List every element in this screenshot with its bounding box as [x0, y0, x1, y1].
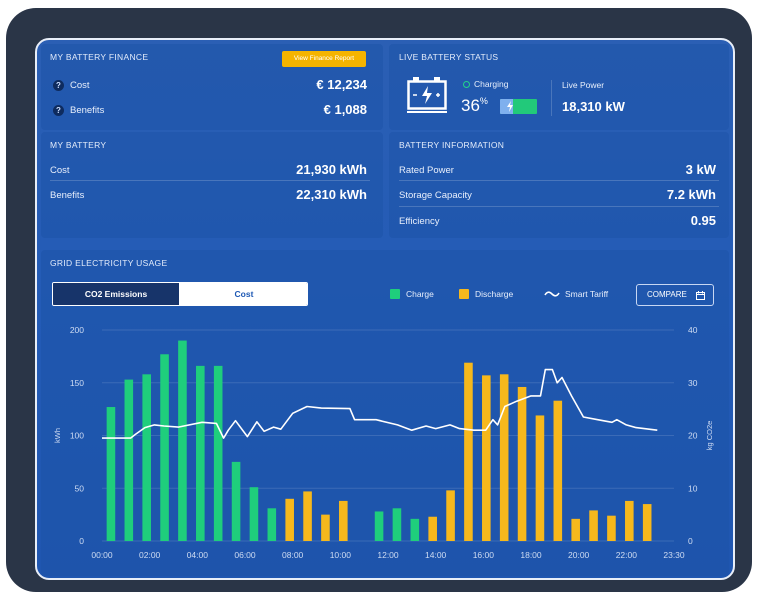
- battery-benefits-value: 22,310 kWh: [296, 187, 367, 202]
- row-divider: [399, 180, 719, 181]
- panel-title: MY BATTERY: [50, 140, 107, 150]
- discharge-bar: [517, 386, 527, 541]
- charge-bar: [374, 511, 384, 541]
- charge-bar: [249, 487, 259, 541]
- discharge-bar: [499, 374, 509, 541]
- battery-icon: [407, 77, 447, 113]
- charge-percent: 36%: [461, 96, 488, 116]
- panel-title: BATTERY INFORMATION: [399, 140, 505, 150]
- discharge-bar: [535, 415, 545, 541]
- charge-bar: [160, 354, 169, 541]
- x-tick-label: 20:00: [568, 550, 590, 560]
- y-tick-label: 0: [79, 536, 84, 546]
- charge-bar: [267, 508, 277, 541]
- live-power-label: Live Power: [562, 80, 605, 90]
- y2-tick-label: 30: [688, 378, 698, 388]
- help-icon[interactable]: ?: [53, 80, 64, 91]
- finance-cost-value: € 12,234: [316, 77, 367, 92]
- y2-tick-label: 20: [688, 431, 698, 441]
- storage-capacity-value: 7.2 kWh: [666, 187, 716, 202]
- y2-tick-label: 40: [688, 325, 698, 335]
- x-tick-label: 16:00: [473, 550, 495, 560]
- rated-power-label: Rated Power: [399, 165, 454, 176]
- discharge-bar: [553, 400, 563, 541]
- x-tick-label: 12:00: [377, 550, 399, 560]
- grid-electricity-panel: GRID ELECTRICITY USAGE CO2 Emissions Cos…: [41, 250, 729, 576]
- y2-axis-label: kg CO2e: [705, 421, 714, 451]
- battery-benefits-label: Benefits: [50, 190, 85, 201]
- charging-status-dot: [463, 81, 470, 88]
- charging-label: Charging: [474, 79, 509, 89]
- device-frame: MY BATTERY FINANCE View Finance Report ?…: [6, 8, 752, 592]
- discharge-bar: [285, 498, 294, 541]
- x-tick-label: 23:30: [663, 550, 685, 560]
- charge-level-bar: [500, 99, 537, 114]
- grid-usage-chart: 0 50 100 150 200 0 10 20 30 40 kWh kg CO2e 00:00 02:0…: [53, 325, 714, 560]
- y2-tick-label: 10: [688, 483, 698, 493]
- finance-benefits-label: Benefits: [70, 105, 105, 116]
- charge-bar: [124, 379, 134, 541]
- vertical-divider: [551, 80, 552, 116]
- discharge-bar: [642, 504, 652, 541]
- x-tick-label: 18:00: [520, 550, 542, 560]
- live-battery-status-panel: LIVE BATTERY STATUS Charging 36% Live Po…: [389, 44, 729, 130]
- x-tick-label: 10:00: [330, 550, 352, 560]
- discharge-bar: [625, 500, 634, 541]
- discharge-bar: [589, 510, 598, 541]
- charge-bar: [106, 407, 116, 541]
- battery-finance-panel: MY BATTERY FINANCE View Finance Report ?…: [41, 44, 383, 130]
- finance-cost-label: Cost: [70, 80, 90, 91]
- charge-bar: [196, 365, 205, 541]
- discharge-bar: [464, 362, 473, 541]
- row-divider: [50, 180, 370, 181]
- x-tick-label: 22:00: [616, 550, 638, 560]
- battery-cost-label: Cost: [50, 165, 70, 176]
- battery-information-panel: BATTERY INFORMATION Rated Power 3 kW Sto…: [389, 132, 729, 238]
- my-battery-panel: MY BATTERY Cost 21,930 kWh Benefits 22,3…: [41, 132, 383, 238]
- storage-capacity-label: Storage Capacity: [399, 190, 472, 201]
- battery-cost-value: 21,930 kWh: [296, 162, 367, 177]
- y-tick-label: 50: [75, 483, 85, 493]
- charge-bar: [392, 508, 402, 541]
- rated-power-value: 3 kW: [685, 162, 716, 177]
- charge-percent-unit: %: [479, 96, 488, 106]
- charge-bar: [410, 518, 420, 541]
- y-tick-label: 150: [70, 378, 84, 388]
- y-tick-label: 100: [70, 431, 84, 441]
- discharge-bar: [321, 514, 330, 541]
- charge-bar: [231, 461, 241, 541]
- discharge-bar: [446, 490, 455, 541]
- panel-title: MY BATTERY FINANCE: [50, 52, 149, 62]
- efficiency-label: Efficiency: [399, 216, 440, 227]
- x-tick-label: 04:00: [187, 550, 209, 560]
- discharge-bar: [607, 515, 616, 541]
- y2-tick-label: 0: [688, 536, 693, 546]
- lightning-icon: [507, 101, 513, 112]
- discharge-bar: [482, 375, 491, 541]
- charge-percent-value: 36: [461, 96, 480, 115]
- y-tick-label: 200: [70, 325, 84, 335]
- efficiency-value: 0.95: [690, 213, 716, 228]
- x-tick-label: 14:00: [425, 550, 447, 560]
- x-tick-label: 08:00: [282, 550, 304, 560]
- dashboard-screen: MY BATTERY FINANCE View Finance Report ?…: [35, 38, 735, 580]
- live-power-value: 18,310 kW: [562, 99, 625, 114]
- charge-bar: [213, 365, 223, 541]
- x-tick-label: 02:00: [139, 550, 161, 560]
- charge-bar: [178, 340, 187, 541]
- x-tick-label: 06:00: [234, 550, 256, 560]
- discharge-bar: [571, 518, 580, 541]
- finance-benefits-value: € 1,088: [323, 102, 367, 117]
- row-divider: [399, 206, 719, 207]
- discharge-bar: [339, 500, 348, 541]
- help-icon[interactable]: ?: [53, 105, 64, 116]
- y-axis-label: kWh: [53, 428, 62, 443]
- view-finance-report-button[interactable]: View Finance Report: [282, 51, 366, 67]
- x-tick-label: 00:00: [91, 550, 113, 560]
- discharge-bar: [428, 516, 437, 541]
- charge-bar: [142, 374, 151, 541]
- panel-title: LIVE BATTERY STATUS: [399, 52, 499, 62]
- discharge-bar: [303, 491, 312, 541]
